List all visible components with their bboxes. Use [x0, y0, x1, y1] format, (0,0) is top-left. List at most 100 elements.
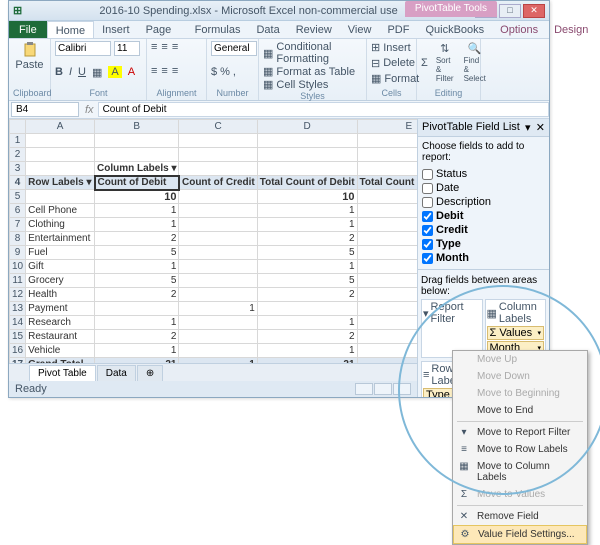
file-tab[interactable]: File [9, 21, 47, 38]
align-bot-icon[interactable]: ≡ [172, 41, 178, 53]
align-center-icon[interactable]: ≡ [161, 65, 167, 77]
ribbon-tabs: File Home Insert Page Layout Formulas Da… [9, 21, 549, 39]
menu-move-down: Move Down [453, 368, 587, 385]
tab-pdf[interactable]: PDF [379, 21, 417, 38]
field-status[interactable]: Status [422, 167, 545, 181]
insert-cells-button[interactable]: ⊞Insert [371, 41, 412, 54]
tab-page-layout[interactable]: Page Layout [138, 21, 187, 38]
formula-bar[interactable] [98, 102, 549, 117]
paste-button[interactable]: Paste [13, 41, 46, 72]
tab-quickbooks[interactable]: QuickBooks [417, 21, 492, 38]
col-header[interactable]: B [95, 120, 179, 134]
field-credit[interactable]: Credit [422, 223, 545, 237]
field-checkbox[interactable] [422, 211, 433, 222]
status-text: Ready [15, 383, 47, 395]
field-description[interactable]: Description [422, 195, 545, 209]
menu-icon: ≡ [457, 444, 471, 455]
sort-filter-button[interactable]: ⇅ Sort & Filter [434, 41, 456, 84]
tab-formulas[interactable]: Formulas [187, 21, 249, 38]
field-date[interactable]: Date [422, 181, 545, 195]
sheet-tab-new[interactable]: ⊕ [137, 365, 163, 381]
menu-icon: ▾ [457, 427, 471, 438]
group-clipboard: Clipboard [13, 88, 46, 98]
font-name-input[interactable] [55, 41, 111, 56]
field-checkbox[interactable] [422, 225, 433, 236]
font-color-button[interactable]: A [128, 66, 135, 78]
paste-label: Paste [15, 59, 43, 71]
tab-insert[interactable]: Insert [94, 21, 138, 38]
drag-fields-label: Drag fields between areas below: [421, 275, 546, 297]
fill-color-button[interactable]: A [108, 66, 121, 78]
cond-format-icon: ▦ [263, 47, 273, 60]
view-break-button[interactable] [393, 383, 411, 395]
align-right-icon[interactable]: ≡ [172, 65, 178, 77]
sheet-tab-data[interactable]: Data [97, 365, 136, 381]
underline-button[interactable]: U [78, 66, 86, 78]
format-table-button[interactable]: ▦Format as Table [263, 65, 362, 78]
name-box[interactable] [11, 102, 79, 117]
pill-sigma-values[interactable]: Σ Values▾ [487, 326, 545, 340]
tab-home[interactable]: Home [47, 21, 94, 38]
tab-options[interactable]: Options [492, 21, 546, 38]
menu-move-to-beginning: Move to Beginning [453, 385, 587, 402]
choose-fields-label: Choose fields to add to report: [422, 141, 545, 163]
field-checkbox[interactable] [422, 169, 433, 180]
view-normal-button[interactable] [355, 383, 373, 395]
menu-move-to-column-labels[interactable]: ▦Move to Column Labels [453, 458, 587, 486]
align-left-icon[interactable]: ≡ [151, 65, 157, 77]
font-size-input[interactable] [114, 41, 140, 56]
align-mid-icon[interactable]: ≡ [161, 41, 167, 53]
menu-icon: ✕ [457, 511, 471, 522]
menu-move-to-row-labels[interactable]: ≡Move to Row Labels [453, 441, 587, 458]
group-number: Number [211, 88, 254, 98]
cond-format-button[interactable]: ▦Conditional Formatting [263, 41, 362, 65]
comma-icon[interactable]: , [233, 66, 236, 78]
field-checkbox[interactable] [422, 183, 433, 194]
delete-cells-button[interactable]: ⊟Delete [371, 57, 412, 70]
find-select-button[interactable]: 🔍 Find & Select [462, 41, 488, 84]
italic-button[interactable]: I [69, 66, 72, 78]
group-font: Font [55, 88, 142, 98]
tab-design[interactable]: Design [546, 21, 596, 38]
menu-value-field-settings-[interactable]: ⚙Value Field Settings... [453, 525, 587, 544]
view-layout-button[interactable] [374, 383, 392, 395]
menu-move-to-report-filter[interactable]: ▾Move to Report Filter [453, 424, 587, 441]
autosum-icon[interactable]: Σ [421, 57, 428, 69]
currency-icon[interactable]: $ [211, 66, 217, 78]
spreadsheet-grid[interactable]: ABCDEF123Column Labels ▾4Row Labels ▾Cou… [9, 119, 417, 363]
sheet-tab-bar: Pivot Table Data ⊕ [9, 363, 417, 381]
format-cells-button[interactable]: ▦Format [371, 72, 412, 85]
maximize-button[interactable]: □ [499, 4, 521, 18]
table-icon: ▦ [263, 65, 273, 78]
col-header[interactable]: A [26, 120, 95, 134]
fx-icon[interactable]: fx [85, 104, 94, 116]
align-top-icon[interactable]: ≡ [151, 41, 157, 53]
border-button[interactable]: ▦ [92, 66, 102, 79]
sheet-tab-pivot[interactable]: Pivot Table [29, 365, 96, 381]
col-header[interactable]: D [257, 120, 357, 134]
field-type[interactable]: Type [422, 237, 545, 251]
field-checkbox[interactable] [422, 239, 433, 250]
tab-data[interactable]: Data [248, 21, 287, 38]
tab-view[interactable]: View [340, 21, 380, 38]
cell-styles-button[interactable]: ▦Cell Styles [263, 78, 362, 91]
close-button[interactable]: ✕ [523, 4, 545, 18]
menu-remove-field[interactable]: ✕Remove Field [453, 508, 587, 525]
percent-icon[interactable]: % [220, 66, 230, 78]
field-checkbox[interactable] [422, 253, 433, 264]
pane-dropdown-icon[interactable]: ▾ [525, 121, 531, 134]
group-cells: Cells [371, 88, 412, 98]
tab-review[interactable]: Review [288, 21, 340, 38]
field-checkbox[interactable] [422, 197, 433, 208]
number-format-input[interactable] [211, 41, 257, 56]
field-debit[interactable]: Debit [422, 209, 545, 223]
ribbon: Paste Clipboard B I U ▦ A A Font ≡ ≡ [9, 39, 549, 101]
bold-button[interactable]: B [55, 66, 63, 78]
field-month[interactable]: Month [422, 251, 545, 265]
columns-icon: ▦ [487, 307, 497, 320]
col-header[interactable]: C [179, 120, 257, 134]
col-header[interactable]: E [357, 120, 417, 134]
pane-close-icon[interactable]: ✕ [536, 121, 545, 134]
menu-move-to-end[interactable]: Move to End [453, 402, 587, 419]
contextual-tab-label: PivotTable Tools [405, 1, 497, 17]
